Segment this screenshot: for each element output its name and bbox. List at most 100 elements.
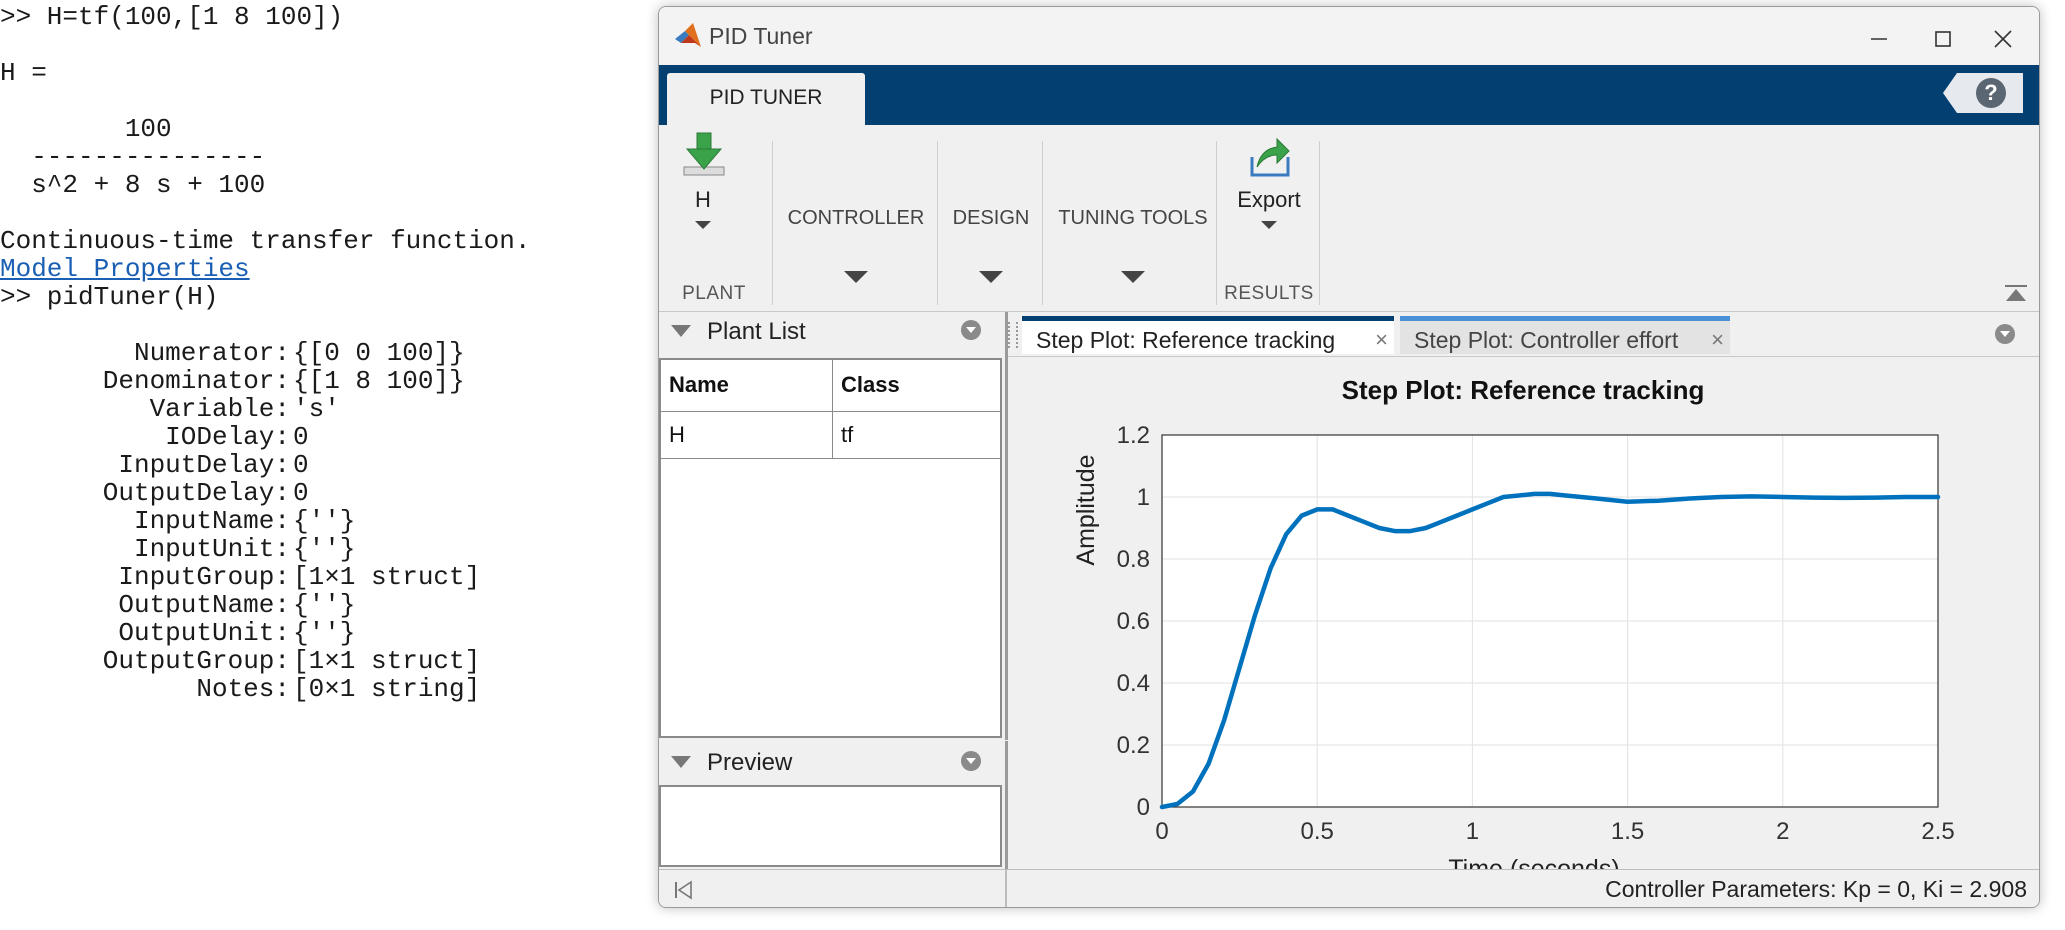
step-response-chart[interactable]: Step Plot: Reference tracking 0 0.5 1 1.5 2 2… <box>1008 357 2039 870</box>
plant-name-cell: H <box>661 412 833 458</box>
y-axis-label: Amplitude <box>1072 454 1100 565</box>
property-value: {[1 8 100]} <box>293 366 465 396</box>
close-icon <box>1994 30 2012 48</box>
tuning-tools-menu[interactable]: TUNING TOOLS <box>1045 125 1221 283</box>
close-tab-icon[interactable]: × <box>1375 321 1388 359</box>
table-row[interactable]: H tf <box>661 412 1000 459</box>
model-properties-link[interactable]: Model Properties <box>0 254 250 284</box>
ribbon-separator <box>937 141 938 305</box>
property-name: OutputUnit: <box>118 618 290 648</box>
plant-list-title: Plant List <box>707 318 806 345</box>
tab-controller-effort[interactable]: Step Plot: Controller effort × <box>1400 316 1730 354</box>
window-title: PID Tuner <box>709 23 813 49</box>
tab-label: Step Plot: Reference tracking <box>1036 327 1336 353</box>
help-button[interactable]: ? <box>1943 73 2023 113</box>
property-name: IODelay: <box>165 422 290 452</box>
plot-area: Step Plot: Reference tracking 0 0.5 1 1.5 2 2… <box>1008 356 2039 870</box>
controller-parameters-status: Controller Parameters: Kp = 0, Ki = 2.90… <box>1605 876 2027 902</box>
property-name: InputGroup: <box>118 562 290 592</box>
command-output: H = <box>0 58 47 88</box>
preview-panel: Preview <box>659 741 1008 869</box>
ribbon-toolstrip: H PLANT CONTROLLER DESIGN TUNING TOOLS E… <box>659 125 2039 312</box>
maximize-button[interactable] <box>1915 15 1971 59</box>
minimize-icon <box>1871 38 1887 40</box>
command-line: >> pidTuner(H) <box>0 282 219 312</box>
results-group-label: RESULTS <box>1224 283 1314 304</box>
ribbon-separator <box>772 141 773 305</box>
column-header-name[interactable]: Name <box>661 360 833 412</box>
x-tick-label: 2 <box>1776 818 1789 845</box>
document-menu-icon[interactable] <box>1995 324 2015 344</box>
grip-handle-icon[interactable] <box>1008 322 1018 348</box>
status-separator <box>1005 870 1007 907</box>
preview-content <box>659 785 1002 867</box>
close-tab-icon[interactable]: × <box>1711 321 1724 359</box>
column-header-class[interactable]: Class <box>833 360 1000 412</box>
collapse-left-panel-icon[interactable] <box>673 880 693 900</box>
minimize-button[interactable] <box>1851 15 1907 59</box>
property-value: {''} <box>293 534 356 564</box>
controller-label: CONTROLLER <box>787 207 925 229</box>
pid-tuner-window: PID Tuner PID TUNER ? H PLANT CONTROLLER… <box>658 6 2040 908</box>
panel-menu-icon[interactable] <box>961 751 981 771</box>
plant-list-panel: Plant List Name Class H tf <box>659 312 1008 740</box>
matlab-logo-icon <box>675 23 701 47</box>
plant-list-header[interactable]: Plant List <box>659 312 1005 352</box>
controller-menu[interactable]: CONTROLLER <box>775 125 937 283</box>
property-value: 's' <box>293 394 340 424</box>
property-name: Denominator: <box>102 366 290 396</box>
property-value: 0 <box>293 478 309 508</box>
tab-reference-tracking[interactable]: Step Plot: Reference tracking × <box>1022 316 1394 354</box>
collapse-triangle-icon <box>671 756 691 768</box>
property-name: InputDelay: <box>118 450 290 480</box>
property-value: [1×1 struct] <box>293 562 481 592</box>
y-tick-label: 0.4 <box>1117 670 1150 697</box>
help-icon: ? <box>1976 78 2006 108</box>
export-button[interactable]: Export <box>1221 131 1317 271</box>
tab-label: Step Plot: Controller effort <box>1414 327 1679 353</box>
property-value: 0 <box>293 422 309 452</box>
property-name: OutputGroup: <box>102 646 290 676</box>
plant-group-label: PLANT <box>682 283 746 304</box>
preview-title: Preview <box>707 749 793 776</box>
property-name: InputName: <box>133 506 290 536</box>
property-value: {''} <box>293 506 356 536</box>
chevron-down-icon <box>1121 271 1145 283</box>
plant-table: Name Class H tf <box>659 358 1002 738</box>
import-plant-icon <box>683 132 725 176</box>
y-tick-label: 0.6 <box>1117 608 1150 635</box>
property-name: Numerator: <box>133 338 290 368</box>
tab-pid-tuner[interactable]: PID TUNER <box>667 73 865 125</box>
x-tick-label: 2.5 <box>1921 818 1954 845</box>
export-icon <box>1250 137 1290 177</box>
y-tick-label: 0 <box>1137 794 1150 821</box>
ribbon-separator <box>1216 141 1217 305</box>
title-bar[interactable]: PID Tuner <box>659 7 2039 65</box>
design-menu[interactable]: DESIGN <box>940 125 1042 283</box>
property-value: {[0 0 100]} <box>293 338 465 368</box>
x-tick-label: 1.5 <box>1611 818 1644 845</box>
tuning-tools-label: TUNING TOOLS <box>1058 207 1208 229</box>
panel-menu-icon[interactable] <box>961 320 981 340</box>
chevron-down-icon <box>979 271 1003 283</box>
property-name: OutputName: <box>118 590 290 620</box>
plant-button[interactable]: H <box>673 131 733 271</box>
close-window-button[interactable] <box>1975 15 2031 59</box>
command-output: --------------- <box>0 142 266 172</box>
collapse-triangle-icon <box>671 325 691 337</box>
status-bar: Controller Parameters: Kp = 0, Ki = 2.90… <box>659 869 2039 907</box>
property-name: Variable: <box>149 394 290 424</box>
property-name: Notes: <box>196 674 290 704</box>
maximize-icon <box>1935 31 1951 47</box>
chevron-down-icon <box>844 271 868 283</box>
property-value: [0×1 string] <box>293 674 481 704</box>
x-tick-label: 0 <box>1155 818 1168 845</box>
command-window[interactable]: >> H=tf(100,[1 8 100]) H = 100 ---------… <box>0 0 655 930</box>
x-tick-label: 0.5 <box>1301 818 1334 845</box>
ribbon-separator <box>1319 141 1320 305</box>
command-output: 100 <box>0 114 172 144</box>
property-value: 0 <box>293 450 309 480</box>
collapse-ribbon-icon[interactable] <box>2003 283 2029 305</box>
chevron-down-icon <box>695 221 711 229</box>
preview-header[interactable]: Preview <box>659 743 1005 783</box>
